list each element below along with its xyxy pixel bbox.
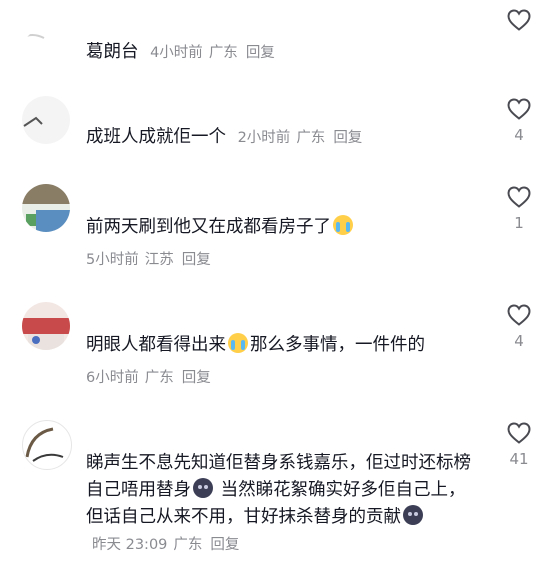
comment-location: 广东 (173, 537, 203, 553)
comment-text: 前两天刷到他又在成都看房子了 (86, 214, 480, 241)
comment-location: 广东 (296, 130, 326, 146)
comment-location: 广东 (144, 370, 174, 386)
dark-face-emoji (403, 505, 423, 525)
comment-text: 明眼人都看得出来 那么多事情，一件件的 (86, 332, 480, 359)
comment-meta: 5小时前 江苏 回复 (86, 248, 211, 269)
avatar-image (22, 318, 70, 350)
reply-button[interactable]: 回复 (210, 537, 239, 553)
comment-text: 葛朗台 (86, 42, 139, 62)
comment-location: 江苏 (144, 252, 174, 268)
avatar-image (23, 116, 43, 127)
comment-time: 6小时前 (86, 370, 139, 386)
like-count: 1 (514, 214, 524, 232)
comment-time: 5小时前 (86, 252, 139, 268)
comment-meta: 6小时前 广东 回复 (86, 366, 211, 387)
comment-time: 4小时前 (150, 45, 203, 61)
comment-meta: 4小时前 广东 回复 (150, 45, 275, 61)
comment-text: 睇声生不息先知道佢替身系钱嘉乐，佢过时还标榜自己唔用替身 当然睇花絮确实好多佢自… (86, 450, 480, 559)
comment-meta: 昨天 23:09 广东 回复 (92, 537, 239, 553)
heart-outline-icon (507, 98, 531, 120)
comment-row: 葛朗台 4小时前 广东 回复 (86, 38, 275, 63)
reply-button[interactable]: 回复 (246, 45, 275, 61)
reply-button[interactable]: 回复 (182, 252, 211, 268)
like-button[interactable]: 41 (504, 422, 534, 468)
comment-time: 昨天 23:09 (92, 537, 168, 553)
like-button[interactable]: 1 (504, 186, 534, 232)
comment-location: 广东 (208, 45, 238, 61)
avatar-image (22, 184, 70, 232)
reply-button[interactable]: 回复 (182, 370, 211, 386)
dark-face-emoji (193, 478, 213, 498)
avatar-image (25, 427, 64, 462)
heart-outline-icon (507, 186, 531, 208)
heart-outline-icon (507, 304, 531, 326)
crying-face-emoji (228, 333, 248, 353)
comment-text-content: 明眼人都看得出来 (86, 335, 226, 355)
like-button[interactable]: 4 (504, 98, 534, 144)
avatar[interactable] (22, 184, 70, 232)
crying-face-emoji (333, 215, 353, 235)
like-count: 41 (509, 450, 529, 468)
comment-text-content: 那么多事情，一件件的 (250, 335, 425, 355)
like-button[interactable]: 4 (504, 304, 534, 350)
like-count: 4 (514, 126, 524, 144)
heart-outline-icon (507, 9, 531, 31)
comment-meta: 2小时前 广东 回复 (238, 130, 363, 146)
avatar-image (22, 34, 45, 39)
comment-text: 成班人成就佢一个 2小时前 广东 回复 (86, 124, 480, 152)
avatar[interactable] (22, 420, 72, 470)
like-button[interactable] (504, 9, 534, 31)
reply-button[interactable]: 回复 (333, 130, 362, 146)
avatar[interactable] (22, 302, 70, 350)
comment-text-content: 成班人成就佢一个 (86, 127, 226, 147)
avatar[interactable] (22, 28, 70, 76)
like-count: 4 (514, 332, 524, 350)
heart-outline-icon (507, 422, 531, 444)
comment-text-content: 前两天刷到他又在成都看房子了 (86, 217, 331, 237)
avatar[interactable] (22, 96, 70, 144)
comment-time: 2小时前 (237, 130, 291, 146)
